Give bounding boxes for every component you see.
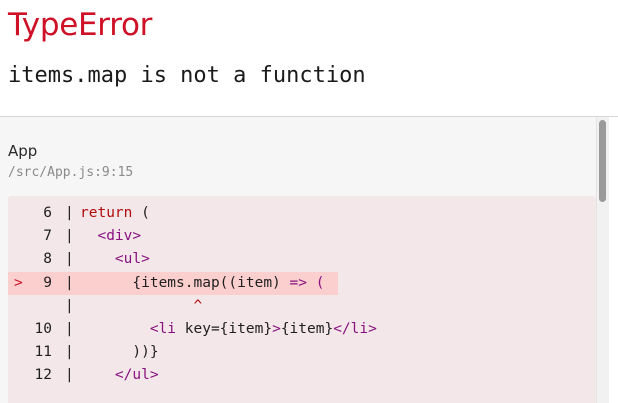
code-token: </li>	[333, 321, 377, 337]
code-token: {item}	[280, 321, 334, 337]
error-type-title: TypeError	[8, 7, 153, 43]
code-line: 10 | <li key={item}>{item}</li>	[8, 318, 596, 341]
code-line: | ^	[8, 295, 596, 318]
line-number: 8	[43, 251, 52, 267]
line-number: 12	[34, 367, 52, 383]
stack-frame-name: App	[8, 142, 38, 160]
code-text: </ul>	[80, 364, 159, 387]
gutter-separator: |	[65, 298, 74, 314]
code-text: ))}	[80, 341, 159, 364]
stack-frame-location[interactable]: /src/App.js:9:15	[8, 164, 133, 182]
scrollbar[interactable]	[596, 117, 609, 403]
code-snippet: 6 | return (7 | <div> 8 | <ul> >9 | {items.map(…	[8, 196, 596, 403]
code-token: <ul>	[114, 251, 150, 267]
code-token: ^	[193, 298, 203, 314]
code-line-highlighted: >9 | {items.map((item) => (	[8, 272, 596, 295]
code-token: return	[80, 205, 133, 221]
gutter-separator: |	[65, 228, 74, 244]
error-message[interactable]: items.map is not a function	[8, 61, 366, 91]
gutter-separator: |	[65, 275, 74, 291]
code-line: 7 | <div>	[8, 225, 596, 248]
code-token: <li	[149, 321, 185, 337]
code-text: return (	[80, 202, 150, 225]
line-number: 6	[43, 205, 52, 221]
code-line: 11 | ))}	[8, 341, 596, 364]
code-text: ^	[80, 295, 203, 318]
scrollbar-thumb[interactable]	[599, 120, 606, 202]
gutter-separator: |	[65, 321, 74, 337]
code-token: >	[272, 321, 281, 337]
line-number: 11	[34, 344, 52, 360]
code-token: (	[132, 205, 150, 221]
code-text: <li key={item}>{item}</li>	[80, 318, 377, 341]
code-token: key={item}	[184, 321, 273, 337]
stack-frame-panel[interactable]: App /src/App.js:9:15 6 | return (7 | <div> 8…	[0, 117, 596, 403]
code-line: 12 | </ul>	[8, 364, 596, 387]
line-number: 9	[43, 275, 52, 291]
line-number: 10	[34, 321, 52, 337]
gutter-separator: |	[65, 367, 74, 383]
code-text: <ul>	[80, 248, 150, 271]
gutter-separator: |	[65, 251, 74, 267]
code-line: 8 | <ul>	[8, 248, 596, 271]
line-number: 7	[43, 228, 52, 244]
gutter-separator: |	[65, 344, 74, 360]
code-text: <div>	[80, 225, 141, 248]
code-text: {items.map((item) => (	[80, 272, 324, 295]
code-line: 6 | return (	[8, 202, 596, 225]
code-token: <div>	[97, 228, 142, 244]
gutter-separator: |	[65, 205, 74, 221]
code-token: => (	[289, 275, 325, 291]
code-token: ))}	[80, 344, 159, 360]
code-token: </ul>	[114, 367, 159, 383]
code-token: {items.map((item)	[80, 275, 290, 291]
error-line-marker: >	[14, 275, 23, 291]
